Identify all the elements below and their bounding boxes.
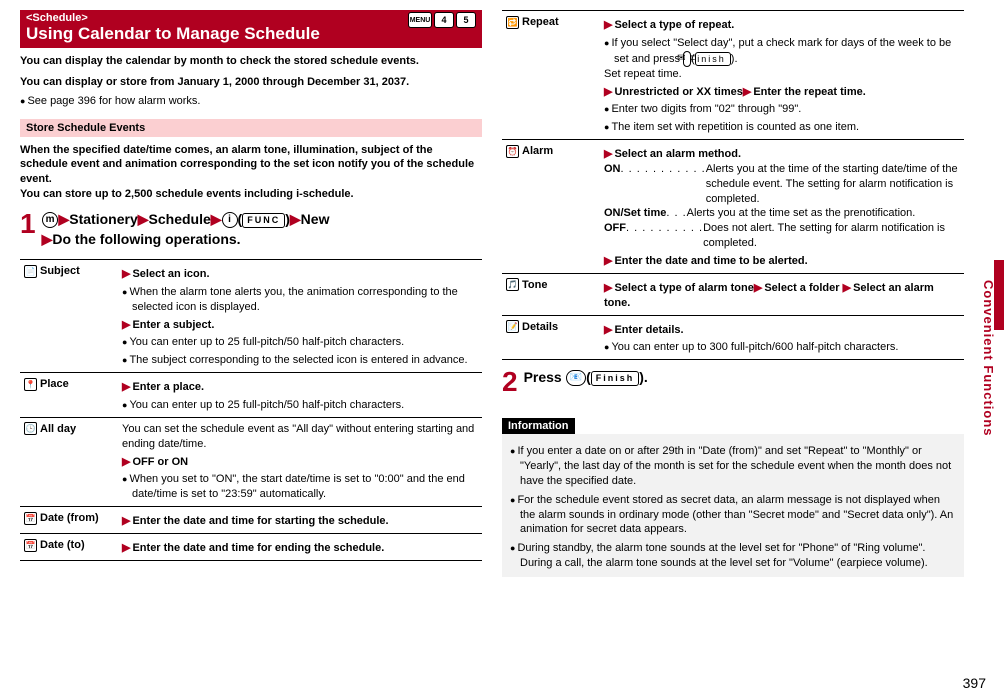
tone-icon: 🎵 — [506, 278, 519, 291]
spec-label: 📄Subject — [20, 260, 118, 373]
page-number: 397 — [963, 675, 986, 691]
intro-text-2: You can display or store from January 1,… — [20, 75, 482, 90]
spec-content: ▶Enter the date and time for ending the … — [118, 533, 482, 560]
info-item: If you enter a date on or after 29th in … — [510, 444, 956, 489]
spec-label: 📅Date (to) — [20, 533, 118, 560]
step-1-number: 1 — [20, 210, 36, 249]
info-item: For the schedule event stored as secret … — [510, 493, 956, 538]
spec-note: The item set with repetition is counted … — [604, 120, 960, 135]
menu-button-icon: m — [42, 212, 59, 228]
left-column: <Schedule> Using Calendar to Manage Sche… — [20, 10, 482, 577]
intro-text-1: You can display the calendar by month to… — [20, 54, 482, 69]
spec-action: ▶OFF or ON — [122, 455, 478, 470]
digit-4-icon: 4 — [434, 12, 454, 28]
information-box: If you enter a date on or after 29th in … — [502, 434, 964, 577]
spec-action: ▶Enter a place. — [122, 380, 478, 395]
menu-icon: MENU — [408, 12, 432, 28]
step1-t4: Do the following operations. — [52, 231, 240, 247]
page-content: <Schedule> Using Calendar to Manage Sche… — [0, 0, 1004, 587]
section-body: When the specified date/time comes, an a… — [20, 143, 482, 202]
all-day-icon: 🕒 — [24, 422, 37, 435]
spec-plain: You can set the schedule event as "All d… — [122, 422, 478, 452]
step-2: 2 Press 📧(Finish). — [502, 368, 964, 396]
info-item: During standby, the alarm tone sounds at… — [510, 541, 956, 571]
side-tab-label: Convenient Functions — [981, 280, 996, 437]
finish-pill: Finish — [591, 371, 640, 386]
step-2-body: Press 📧(Finish). — [524, 368, 648, 396]
step1-t1: Stationery — [69, 211, 137, 227]
spec-definition: ON . . . . . . . . . . . Alerts you at t… — [604, 162, 960, 207]
subject-icon: 📄 — [24, 265, 37, 278]
spec-note: If you select "Select day", put a check … — [604, 36, 960, 67]
step-1: 1 m▶Stationery▶Schedule▶i(FUNC)▶New ▶Do … — [20, 210, 482, 249]
spec-definition: OFF . . . . . . . . . . Does not alert. … — [604, 221, 960, 251]
spec-content: ▶Enter the date and time for starting th… — [118, 507, 482, 534]
step2-post: . — [644, 369, 648, 385]
step2-pre: Press — [524, 369, 566, 385]
spec-note: Enter two digits from "02" through "99". — [604, 102, 960, 117]
spec-action: ▶Select an icon. — [122, 267, 478, 282]
mail-button-icon: 📧 — [566, 370, 586, 386]
information-title: Information — [502, 418, 575, 434]
date-from--icon: 📅 — [24, 512, 37, 525]
spec-plain: Set repeat time. — [604, 67, 960, 82]
intro-bullet: See page 396 for how alarm works. — [20, 94, 482, 109]
spec-label: 🔁Repeat — [502, 11, 600, 140]
spec-action: ▶Enter the date and time for starting th… — [122, 514, 478, 529]
place-icon: 📍 — [24, 378, 37, 391]
spec-table-left: 📄Subject ▶Select an icon. When the alarm t… — [20, 259, 482, 561]
spec-action: ▶Enter the date and time to be alerted. — [604, 254, 960, 269]
spec-action: ▶Enter a subject. — [122, 318, 478, 333]
header-icons: MENU 4 5 — [408, 12, 476, 28]
details-icon: 📝 — [506, 320, 519, 333]
spec-note: When the alarm tone alerts you, the anim… — [122, 285, 478, 315]
spec-note: You can enter up to 25 full-pitch/50 hal… — [122, 335, 478, 350]
spec-label: 📝Details — [502, 315, 600, 360]
spec-table-right: 🔁Repeat ▶Select a type of repeat. If you s… — [502, 10, 964, 360]
section-title: Store Schedule Events — [20, 119, 482, 137]
spec-note: The subject corresponding to the selecte… — [122, 353, 478, 368]
spec-label: ⏰Alarm — [502, 140, 600, 274]
spec-action: ▶Enter details. — [604, 323, 960, 338]
spec-content: ▶Enter details. You can enter up to 300 f… — [600, 315, 964, 360]
spec-label: 📅Date (from) — [20, 507, 118, 534]
alpha-icon: i — [222, 212, 238, 228]
repeat-icon: 🔁 — [506, 16, 519, 29]
spec-label: 🕒All day — [20, 417, 118, 506]
spec-action: ▶Enter the date and time for ending the … — [122, 541, 478, 556]
spec-note: When you set to "ON", the start date/tim… — [122, 472, 478, 502]
date-to--icon: 📅 — [24, 539, 37, 552]
step-1-body: m▶Stationery▶Schedule▶i(FUNC)▶New ▶Do th… — [42, 210, 330, 249]
spec-action: ▶Unrestricted or XX times▶Enter the repe… — [604, 85, 960, 100]
step1-t2: Schedule — [149, 211, 211, 227]
spec-note: You can enter up to 300 full-pitch/600 h… — [604, 340, 960, 355]
chapter-header: <Schedule> Using Calendar to Manage Sche… — [20, 10, 482, 48]
alarm-icon: ⏰ — [506, 145, 519, 158]
information-block: Information If you enter a date on or af… — [502, 408, 964, 577]
spec-action: ▶Select a type of repeat. — [604, 18, 960, 33]
spec-content: ▶Select an icon. When the alarm tone aler… — [118, 260, 482, 373]
spec-note: You can enter up to 25 full-pitch/50 hal… — [122, 398, 478, 413]
func-pill: FUNC — [242, 213, 285, 228]
spec-content: ▶Select a type of alarm tone▶Select a fo… — [600, 273, 964, 315]
digit-5-icon: 5 — [456, 12, 476, 28]
spec-label: 🎵Tone — [502, 273, 600, 315]
spec-content: ▶Select an alarm method.ON . . . . . . .… — [600, 140, 964, 274]
right-column: 🔁Repeat ▶Select a type of repeat. If you s… — [502, 10, 964, 577]
spec-action: ▶Select a type of alarm tone▶Select a fo… — [604, 281, 960, 311]
step1-t3: New — [301, 211, 330, 227]
spec-label: 📍Place — [20, 373, 118, 418]
spec-definition: ON/Set time . . . Alerts you at the time… — [604, 206, 960, 221]
spec-content: ▶Select a type of repeat. If you select "… — [600, 11, 964, 140]
spec-action: ▶Select an alarm method. — [604, 147, 960, 162]
step-2-number: 2 — [502, 368, 518, 396]
spec-content: You can set the schedule event as "All d… — [118, 417, 482, 506]
spec-content: ▶Enter a place. You can enter up to 25 fu… — [118, 373, 482, 418]
